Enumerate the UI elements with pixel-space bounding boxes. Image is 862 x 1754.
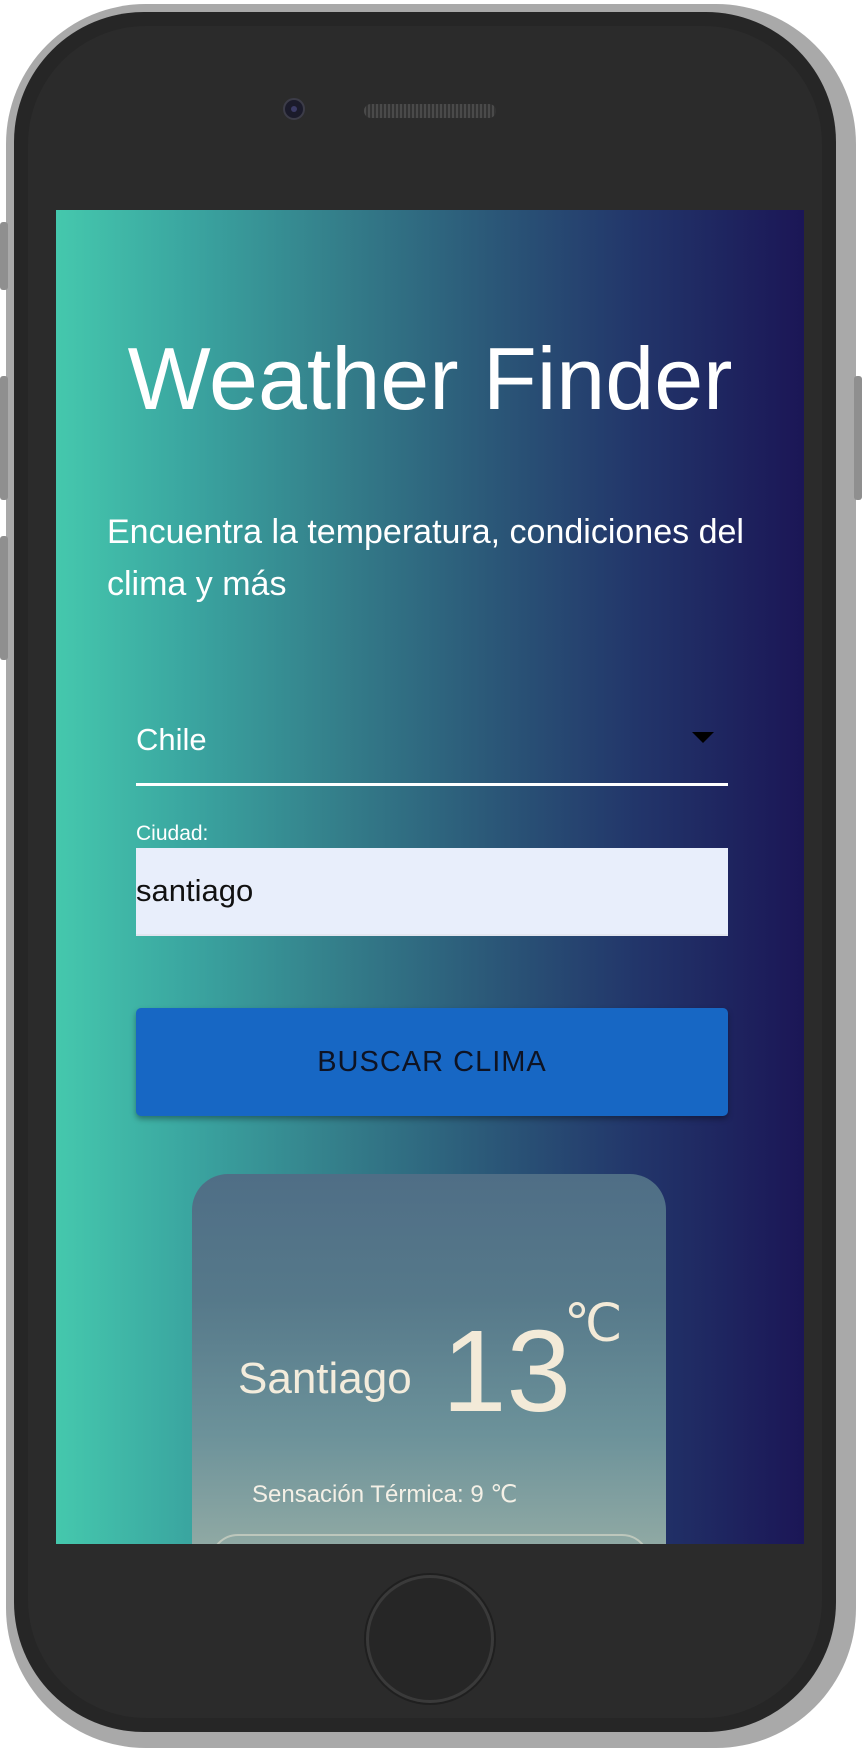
weather-result-card: Santiago 13 ℃ Sensación Térmica: 9 ℃ xyxy=(192,1174,666,1544)
front-camera-icon xyxy=(283,98,305,120)
search-weather-button[interactable]: BUSCAR CLIMA xyxy=(136,1008,728,1116)
volume-up-button xyxy=(0,376,8,500)
home-button[interactable] xyxy=(366,1575,494,1703)
volume-down-button xyxy=(0,536,8,660)
page-subtitle: Encuentra la temperatura, condiciones de… xyxy=(107,513,744,603)
temperature-unit: ℃ xyxy=(564,1295,623,1353)
earpiece-speaker xyxy=(364,104,496,118)
city-input[interactable] xyxy=(136,848,728,936)
result-city: Santiago xyxy=(238,1354,412,1403)
result-temperature: 13 xyxy=(442,1306,572,1436)
city-label: Ciudad: xyxy=(136,822,209,845)
country-select[interactable]: Chile xyxy=(136,700,728,786)
power-button xyxy=(854,376,862,500)
caret-down-icon xyxy=(692,732,714,743)
app-screen: Weather Finder Encuentra la temperatura,… xyxy=(56,210,804,1544)
country-select-value: Chile xyxy=(136,722,207,757)
weather-detail-panel xyxy=(210,1534,650,1544)
feels-like-text: Sensación Térmica: 9 ℃ xyxy=(252,1481,518,1508)
page-title: Weather Finder xyxy=(127,329,733,428)
mute-switch xyxy=(0,222,8,290)
